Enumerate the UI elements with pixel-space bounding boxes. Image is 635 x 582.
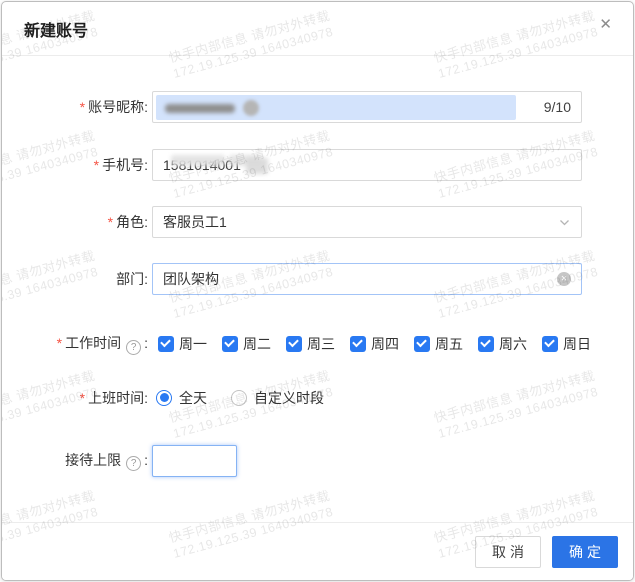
- phone-label: * 手机号:: [2, 155, 148, 175]
- redacted-text-blob: [165, 104, 235, 113]
- role-select[interactable]: 客服员工1: [152, 206, 582, 238]
- required-asterisk: *: [79, 389, 86, 406]
- dialog-body: *账号昵称: 9/10 *手机号: 1581014001 *角色: 客服员工1: [2, 56, 633, 477]
- label-colon: :: [144, 389, 148, 406]
- department-label: 部门:: [2, 269, 148, 289]
- redaction-smudge: [171, 155, 225, 166]
- label-colon: :: [144, 214, 148, 230]
- new-account-dialog: 快手内部信息 请勿对外转载 172.19.125.39 1640340978 快手内…: [1, 1, 634, 581]
- cancel-button[interactable]: 取消: [475, 535, 541, 568]
- shift-option-1[interactable]: 全天: [156, 388, 207, 408]
- dialog-title: 新建账号: [24, 22, 89, 40]
- workday-option-6[interactable]: 周六: [478, 334, 527, 354]
- label-text: 工作时间: [65, 335, 122, 351]
- workday-option-4[interactable]: 周四: [350, 334, 399, 354]
- help-icon[interactable]: ?: [126, 456, 142, 472]
- label-text: 账号昵称: [88, 99, 145, 115]
- required-asterisk: *: [107, 214, 114, 230]
- form-row-limit: 接待上限?:: [2, 444, 633, 477]
- role-label: * 角色:: [2, 212, 148, 232]
- checkbox-label: 周一: [179, 335, 207, 352]
- radio-label: 自定义时段: [254, 389, 324, 406]
- required-asterisk: *: [56, 335, 63, 351]
- form-row-role: * 角色: 客服员工1: [2, 206, 633, 238]
- help-icon[interactable]: ?: [126, 339, 142, 355]
- department-value: 团队架构: [163, 271, 219, 287]
- chevron-down-icon: [558, 216, 571, 229]
- department-input[interactable]: 团队架构 ✕: [152, 263, 582, 295]
- label-colon: :: [144, 451, 148, 468]
- radio-icon: [231, 389, 247, 406]
- checkbox-label: 周日: [563, 335, 591, 352]
- radio-icon: [156, 389, 172, 406]
- form-row-nickname: * 账号昵称: 9/10: [2, 91, 633, 123]
- checkbox-icon: [158, 335, 174, 352]
- checkbox-icon: [414, 335, 430, 352]
- checkbox-icon: [478, 335, 494, 352]
- dialog-header: 新建账号 ✕: [2, 2, 633, 56]
- workday-option-5[interactable]: 周五: [414, 334, 463, 354]
- shift-radio-group: 全天 自定义时段: [152, 388, 348, 408]
- form-row-phone: *手机号: 1581014001: [2, 149, 633, 181]
- checkbox-label: 周五: [435, 335, 463, 352]
- form-row-shift: * 上班时间: 全天 自定义时段: [2, 388, 633, 408]
- label-colon: :: [144, 271, 148, 287]
- checkbox-label: 周四: [371, 335, 399, 352]
- checkbox-label: 周六: [499, 335, 527, 352]
- label-text: 部门: [116, 271, 145, 287]
- label-text: 上班时间: [88, 389, 145, 406]
- role-selected-value: 客服员工1: [163, 214, 227, 230]
- redaction-smudge: [246, 158, 268, 174]
- label-colon: :: [144, 335, 148, 351]
- checkbox-label: 周三: [307, 335, 335, 352]
- workdays-label: * 工作时间?:: [2, 333, 148, 355]
- checkbox-label: 周二: [243, 335, 271, 352]
- checkbox-icon: [222, 335, 238, 352]
- label-text: 角色: [116, 214, 145, 230]
- shift-label: * 上班时间:: [2, 388, 148, 408]
- close-icon[interactable]: ✕: [599, 17, 612, 32]
- checkbox-icon: [286, 335, 302, 352]
- redacted-text-dot: [243, 100, 259, 116]
- form-row-workdays: * 工作时间?: 周一 周二 周三 周四 周五 周六 周日: [2, 333, 633, 355]
- reception-limit-input[interactable]: [152, 444, 237, 477]
- confirm-button[interactable]: 确定: [552, 535, 618, 568]
- char-counter: 9/10: [543, 99, 571, 115]
- dialog-footer: 取消 确定: [2, 522, 633, 580]
- phone-input[interactable]: 1581014001: [152, 149, 582, 181]
- label-text: 手机号: [102, 157, 145, 173]
- nickname-input[interactable]: 9/10: [152, 91, 582, 123]
- workday-option-1[interactable]: 周一: [158, 334, 207, 354]
- workday-option-7[interactable]: 周日: [542, 334, 591, 354]
- label-colon: :: [144, 99, 148, 115]
- checkbox-icon: [350, 335, 366, 352]
- label-text: 接待上限: [65, 451, 122, 468]
- form-row-department: 部门: 团队架构 ✕: [2, 263, 633, 295]
- nickname-label: * 账号昵称:: [2, 97, 148, 117]
- workday-group: 周一 周二 周三 周四 周五 周六 周日: [152, 334, 591, 354]
- checkbox-icon: [542, 335, 558, 352]
- required-asterisk: *: [79, 99, 86, 115]
- workday-option-3[interactable]: 周三: [286, 334, 335, 354]
- label-colon: :: [144, 157, 148, 173]
- clear-icon[interactable]: ✕: [557, 272, 571, 286]
- required-asterisk: *: [93, 157, 100, 173]
- shift-option-2[interactable]: 自定义时段: [231, 388, 324, 408]
- limit-label: 接待上限?:: [2, 450, 148, 472]
- workday-option-2[interactable]: 周二: [222, 334, 271, 354]
- radio-label: 全天: [179, 389, 207, 406]
